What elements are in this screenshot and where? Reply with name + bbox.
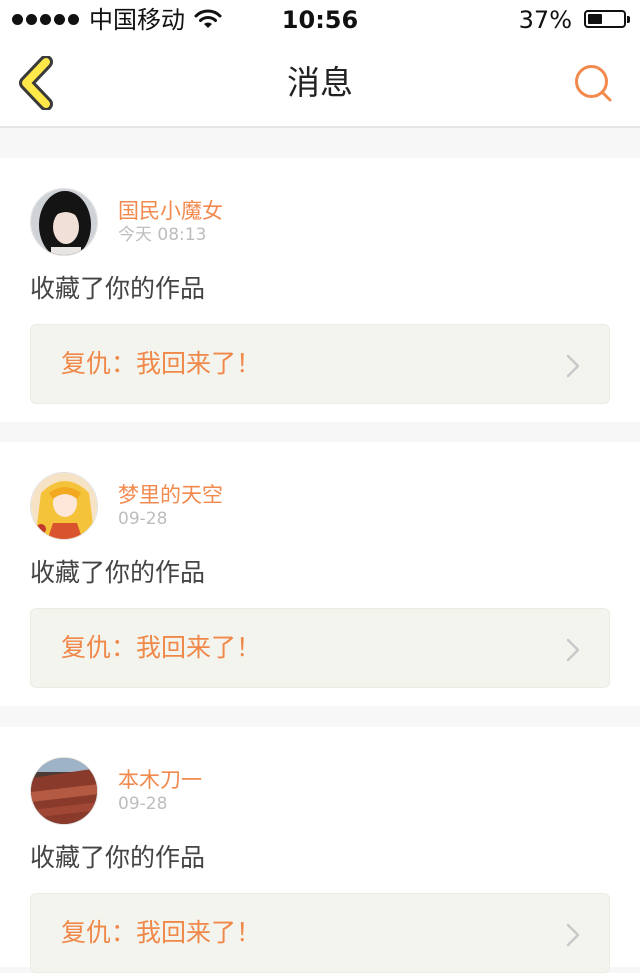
- status-bar: 中国移动 10:56 37%: [0, 0, 640, 40]
- chevron-right-icon: [566, 923, 580, 947]
- work-title: 复仇：我回来了！: [61, 349, 262, 378]
- message-card: 本木刀一 09-28 收藏了你的作品 复仇：我回来了！: [0, 727, 640, 973]
- search-button[interactable]: [572, 62, 616, 106]
- timestamp: 09-28: [118, 509, 168, 529]
- work-title: 复仇：我回来了！: [61, 918, 262, 947]
- username[interactable]: 国民小魔女: [118, 198, 223, 224]
- chevron-right-icon: [566, 354, 580, 378]
- message-card: 梦里的天空 09-28 收藏了你的作品 复仇：我回来了！: [0, 442, 640, 706]
- timestamp: 09-28: [118, 794, 168, 814]
- action-text: 收藏了你的作品: [30, 558, 206, 587]
- avatar[interactable]: [30, 188, 98, 256]
- work-title: 复仇：我回来了！: [61, 633, 262, 662]
- work-link[interactable]: 复仇：我回来了！: [30, 608, 610, 688]
- timestamp: 今天 08:13: [118, 225, 207, 245]
- work-link[interactable]: 复仇：我回来了！: [30, 324, 610, 404]
- chevron-right-icon: [566, 638, 580, 662]
- username[interactable]: 本木刀一: [118, 767, 202, 793]
- action-text: 收藏了你的作品: [30, 274, 206, 303]
- work-link[interactable]: 复仇：我回来了！: [30, 893, 610, 973]
- battery-icon: [584, 10, 630, 28]
- battery-percentage: 37%: [518, 6, 572, 34]
- navigation-bar: 消息: [0, 40, 640, 128]
- message-card: 国民小魔女 今天 08:13 收藏了你的作品 复仇：我回来了！: [0, 158, 640, 422]
- avatar[interactable]: [30, 757, 98, 825]
- username[interactable]: 梦里的天空: [118, 482, 223, 508]
- avatar[interactable]: [30, 472, 98, 540]
- action-text: 收藏了你的作品: [30, 843, 206, 872]
- page-title: 消息: [287, 63, 353, 102]
